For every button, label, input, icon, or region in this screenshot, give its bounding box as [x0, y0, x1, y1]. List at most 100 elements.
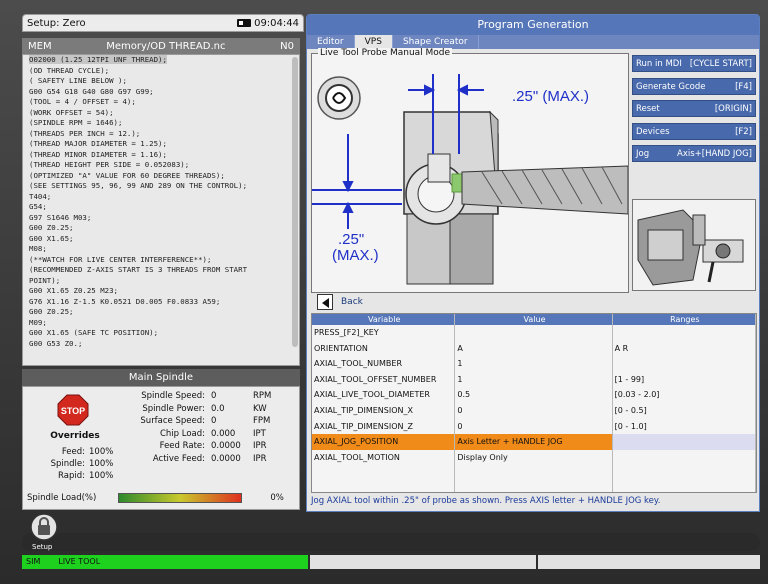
spindle-load-bar [118, 493, 243, 503]
program-line[interactable]: M09; [23, 318, 299, 329]
variable-cell: AXIAL_TOOL_NUMBER [312, 356, 456, 372]
devices-button[interactable]: Devices [F2] [632, 122, 756, 140]
value-cell: 1 [455, 371, 613, 388]
program-line[interactable]: (WORK OFFSET = 54); [23, 108, 299, 119]
spindle-load-label: Spindle Load(%) [27, 493, 97, 503]
range-cell [613, 480, 756, 492]
spindle-panel: STOP Overrides Feed: 100% Spindle: 100% Rapi… [22, 386, 300, 510]
left-dimension-note: (MAX.) [332, 247, 379, 264]
program-line[interactable]: G00 X1.65 (SAFE TC POSITION); [23, 328, 299, 339]
program-scrollbar[interactable] [292, 57, 298, 347]
tab-vps[interactable]: VPS [354, 35, 393, 49]
program-line[interactable]: (THREAD MAJOR DIAMETER = 1.25); [23, 139, 299, 150]
program-line[interactable]: (SEE SETTINGS 95, 96, 99 AND 289 ON THE … [23, 181, 299, 192]
range-cell: [0.03 - 2.0] [613, 387, 756, 403]
override-row: Spindle: 100% [37, 459, 127, 469]
readout-value: 0.0000 [211, 441, 241, 451]
spindle-header: Main Spindle [22, 369, 300, 386]
program-line[interactable]: G97 S1646 M03; [23, 213, 299, 224]
action-label: Generate Gcode [636, 81, 706, 92]
table-row[interactable]: PRESS_[F2]_KEY [312, 325, 756, 341]
action-label: Reset [636, 104, 660, 114]
program-line[interactable]: (THREADS PER INCH = 12.); [23, 129, 299, 140]
program-line[interactable]: T404; [23, 192, 299, 203]
table-row[interactable]: AXIAL_LIVE_TOOL_DIAMETER 0.5 [0.03 - 2.0] [312, 387, 756, 403]
program-line[interactable]: (THREAD MINOR DIAMETER = 1.16); [23, 150, 299, 161]
variable-cell: AXIAL_TOOL_MOTION [312, 449, 456, 466]
program-header: MEM Memory/OD THREAD.nc N0 [22, 38, 300, 54]
program-line[interactable]: (RECOMMENDED Z-AXIS START IS 3 THREADS F… [23, 265, 299, 276]
value-cell: 0.5 [455, 387, 613, 403]
program-line[interactable]: (SPINDLE RPM = 1646); [23, 118, 299, 129]
variable-cell [312, 465, 456, 481]
program-line[interactable]: G00 X1.65; [23, 234, 299, 245]
run-in-mdi-button[interactable]: Run in MDI [CYCLE START] [632, 55, 756, 72]
program-line-number: N0 [280, 40, 294, 52]
range-cell: [0 - 1.0] [613, 418, 756, 435]
readout-unit: IPT [253, 428, 266, 439]
table-row[interactable] [312, 480, 756, 492]
header-variable: Variable [312, 314, 456, 325]
tab-shape-creator[interactable]: Shape Creator [393, 35, 479, 49]
jog-button[interactable]: Jog Axis+[HAND JOG] [632, 145, 756, 162]
program-line[interactable]: POINT); [23, 276, 299, 287]
program-line[interactable]: O02000 (1.25 12TPI UNF THREAD); [23, 55, 299, 66]
program-line[interactable]: (THREAD HEIGHT PER SIDE = 0.052083); [23, 160, 299, 171]
table-row[interactable]: AXIAL_TOOL_NUMBER 1 [312, 356, 756, 372]
action-label: Devices [636, 126, 670, 137]
generate-gcode-button[interactable]: Generate Gcode [F4] [632, 77, 756, 95]
tab-editor[interactable]: Editor [307, 35, 355, 49]
variable-cell: PRESS_[F2]_KEY [312, 325, 456, 341]
program-line[interactable]: ( SAFETY LINE BELOW ); [23, 76, 299, 87]
svg-text:STOP: STOP [61, 406, 85, 416]
program-line[interactable]: G00 Z0.25; [23, 307, 299, 318]
instruction-text: Jog AXIAL tool within .25" of probe as s… [311, 496, 661, 506]
program-line[interactable]: (OPTIMIZED "A" VALUE FOR 60 DEGREE THREA… [23, 171, 299, 182]
program-line[interactable]: G00 X1.65 Z0.25 M23; [23, 286, 299, 297]
value-cell: A [455, 340, 613, 357]
readout-unit: IPR [253, 453, 267, 464]
range-cell: [0 - 0.5] [613, 402, 756, 419]
mode-label: Setup: Zero [27, 17, 86, 29]
program-line[interactable]: G54; [23, 202, 299, 213]
variable-table-header: Variable Value Ranges [312, 314, 756, 325]
spindle-load: Spindle Load(%) 0% [27, 491, 297, 505]
program-line[interactable]: G00 Z0.25; [23, 223, 299, 234]
action-buttons: Run in MDI [CYCLE START] Generate Gcode [F4… [632, 55, 756, 168]
program-generation-panel: Program Generation Editor VPS Shape Crea… [306, 14, 760, 512]
program-line[interactable]: M08; [23, 244, 299, 255]
table-row[interactable]: ORIENTATION A A R [312, 340, 756, 357]
status-sim: SIM [26, 557, 41, 566]
action-key: [F4] [735, 81, 752, 92]
table-row[interactable] [312, 465, 756, 481]
value-cell: Axis Letter + HANDLE JOG [455, 434, 613, 450]
back-button[interactable]: Back [317, 293, 363, 311]
program-line[interactable]: G00 G53 Z0.; [23, 339, 299, 350]
program-line[interactable]: (**WATCH FOR LIVE CENTER INTERFERENCE**)… [23, 255, 299, 266]
readout-label: Surface Speed: [140, 416, 205, 426]
readout-label: Feed Rate: [159, 441, 205, 451]
action-key: [CYCLE START] [689, 59, 752, 69]
table-row[interactable]: AXIAL_TIP_DIMENSION_X 0 [0 - 0.5] [312, 402, 756, 419]
value-cell: 1 [455, 356, 613, 372]
override-row: Rapid: 100% [37, 471, 127, 481]
program-line[interactable]: G76 X1.16 Z-1.5 K0.0521 D0.005 F0.0833 A… [23, 297, 299, 308]
program-line[interactable]: G00 G54 G18 G40 G80 G97 G99; [23, 87, 299, 98]
reset-button[interactable]: Reset [ORIGIN] [632, 100, 756, 117]
readout-label: Active Feed: [152, 453, 205, 464]
top-dimension-label: .25" (MAX.) [512, 88, 590, 105]
table-row[interactable]: AXIAL_JOG_POSITION Axis Letter + HANDLE J… [312, 434, 756, 450]
input-bar[interactable] [22, 533, 760, 551]
table-row[interactable]: AXIAL_TOOL_MOTION Display Only [312, 449, 756, 466]
table-row[interactable]: AXIAL_TOOL_OFFSET_NUMBER 1 [1 - 99] [312, 371, 756, 388]
status-live-tool: LIVE TOOL [58, 557, 101, 566]
program-line[interactable]: (TOOL = 4 / OFFSET = 4); [23, 97, 299, 108]
program-listing[interactable]: O02000 (1.25 12TPI UNF THREAD); (OD THREA… [22, 54, 300, 366]
overrides-label: Overrides [50, 431, 100, 441]
table-row[interactable]: AXIAL_TIP_DIMENSION_Z 0 [0 - 1.0] [312, 418, 756, 435]
header-ranges: Ranges [613, 314, 756, 325]
override-label: Spindle: [50, 459, 85, 469]
lock-icon[interactable] [30, 513, 58, 541]
status-segment-2 [538, 555, 760, 569]
program-line[interactable]: (OD THREAD CYCLE); [23, 66, 299, 77]
